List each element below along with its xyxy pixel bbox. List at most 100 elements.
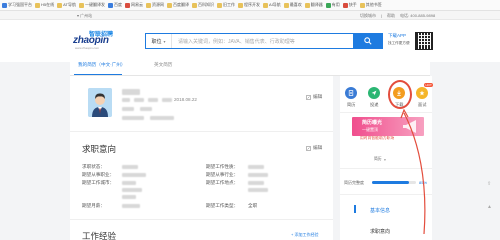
search-icon — [363, 37, 372, 45]
folder-icon — [237, 2, 243, 8]
field-label: 期望工作地点： — [206, 180, 239, 185]
value-redacted — [122, 204, 140, 208]
folder-icon — [262, 2, 268, 8]
bookmark-item[interactable]: 网易云 — [124, 2, 143, 8]
tool-label: 投递 — [370, 102, 379, 107]
bookmark-item[interactable]: 有用 — [325, 2, 340, 8]
info-redacted — [150, 116, 174, 120]
edit-job-intent-button[interactable]: 编辑 — [306, 145, 322, 151]
bookmark-label: 一键翻译发 — [84, 2, 105, 7]
page: 学习强国平台 H5在线 AT导航 一键翻译发 百度 网易云 资源网 百度翻译 百科知识 旧工作 程序… — [0, 0, 500, 240]
site-icon — [342, 2, 348, 8]
bookmark-item[interactable]: 一键翻译发 — [78, 2, 105, 8]
bookmark-item[interactable]: 最喜欢 — [283, 2, 302, 8]
edit-icon — [306, 145, 311, 151]
bookmark-item[interactable]: 旧工作 — [216, 2, 235, 8]
bookmark-item[interactable]: 快手 — [342, 2, 357, 8]
section-divider — [70, 131, 333, 132]
scroll-top-icon[interactable]: ▲ — [487, 204, 492, 210]
field-label: 期望从事职业： — [82, 172, 115, 177]
deliver-tool-button[interactable] — [368, 87, 380, 99]
feedback-icon[interactable]: ⇪ — [487, 181, 491, 187]
info-redacted — [140, 107, 152, 111]
search-bar: 职位 ▾ 请输入关键词，例如：JAVA、销售代表、行政助理等 — [145, 33, 383, 49]
star-icon — [419, 90, 425, 96]
bookmark-label: 百度翻译 — [172, 2, 189, 7]
bookmarks-bar: 学习强国平台 H5在线 AT导航 一键翻译发 百度 网易云 资源网 百度翻译 百科知识 旧工作 程序… — [0, 0, 500, 11]
edit-basic-info-button[interactable]: 编辑 — [306, 94, 322, 100]
logo-url: www.zhaopin.com — [75, 46, 100, 50]
promo-banner[interactable]: 简历曝光 一键置顶 — [352, 117, 424, 136]
nav-active-marker — [354, 205, 356, 213]
interview-tool-button[interactable] — [416, 87, 428, 99]
bookmark-item[interactable]: 其他书签 — [359, 2, 382, 8]
top-link[interactable]: 帮助 — [387, 13, 395, 19]
field-label: 求职状态： — [82, 164, 105, 169]
bookmark-label: 翻译器 — [310, 2, 323, 7]
app-download-subtitle: 找工作更方便 — [388, 41, 410, 45]
search-type-label: 职位 — [151, 38, 162, 45]
site-icon — [2, 2, 7, 8]
side-panel: 简历 投递 下载 面试 HOT 用时尚智能助力职场 简历 ▾ 简历完整度 85%… — [340, 76, 434, 240]
bookmark-item[interactable]: AI导航 — [262, 2, 281, 8]
tab-chinese-resume[interactable]: 我的简历（中文·广州） — [78, 62, 125, 68]
bookmark-item[interactable]: 翻译器 — [304, 2, 323, 8]
value-redacted — [122, 165, 138, 169]
field-label: 期望工作城市： — [82, 180, 115, 185]
folder-icon — [78, 2, 84, 8]
resume-tool-button[interactable] — [345, 87, 357, 99]
folder-icon — [35, 2, 40, 8]
info-redacted — [122, 107, 134, 111]
name-redacted — [122, 89, 140, 95]
hot-badge: HOT — [424, 83, 434, 87]
bookmark-label: 有用 — [331, 2, 340, 7]
bookmark-label: 资源网 — [151, 2, 164, 7]
field-label: 期望月薪： — [82, 203, 105, 208]
top-link[interactable]: 电话: 400-885-9898 — [400, 13, 435, 19]
tool-label: 简历 — [347, 102, 356, 107]
value-redacted — [122, 195, 136, 199]
add-work-experience-link[interactable]: + 添加工作经验 — [291, 232, 318, 238]
search-input[interactable]: 请输入关键词，例如：JAVA、销售代表、行政助理等 — [172, 34, 353, 48]
bookmark-item[interactable]: 程序开发 — [237, 2, 260, 8]
bookmark-item[interactable]: 百度翻译 — [166, 2, 189, 8]
app-download-title: 下载APP — [388, 33, 407, 38]
active-tab-underline — [74, 74, 122, 75]
resume-main: 2018.08.22 编辑 求职意向 编辑 求职状态： 期望从事职业： 期望工作… — [70, 76, 333, 240]
bookmark-item[interactable]: 资源网 — [145, 2, 164, 8]
tab-english-resume[interactable]: 英文简历 — [154, 62, 172, 68]
app-download[interactable]: 下载APP 找工作更方便 — [388, 33, 414, 49]
field-label: 期望从事行业： — [206, 172, 239, 177]
resume-dropdown[interactable]: 简历 — [374, 157, 382, 162]
side-divider — [340, 112, 432, 113]
bookmark-label: 程序开发 — [243, 2, 260, 7]
side-divider — [340, 194, 432, 195]
folder-icon — [191, 2, 197, 8]
search-button[interactable] — [353, 34, 382, 48]
bookmark-item[interactable]: 学习强国平台 — [2, 2, 32, 8]
side-divider — [340, 168, 432, 169]
resume-date: 2018.08.22 — [174, 97, 197, 102]
document-icon — [348, 90, 354, 96]
bookmark-item[interactable]: H5在线 — [35, 2, 54, 8]
nav-basic-info[interactable]: 基本信息 — [370, 207, 390, 214]
avatar[interactable] — [88, 88, 112, 117]
location-link[interactable]: ▾ 广州站 — [77, 13, 92, 19]
nav-job-intent[interactable]: 求职意向 — [370, 228, 390, 235]
info-redacted — [134, 98, 144, 102]
site-logo[interactable]: zhaopin 智联招聘 www.zhaopin.com — [73, 31, 131, 51]
field-label: 期望工作类型： — [206, 203, 239, 208]
bookmark-item[interactable]: 百度 — [107, 2, 122, 8]
job-type-value: 全职 — [248, 203, 258, 208]
banner-text: 简历曝光 一键置顶 — [362, 120, 382, 132]
section-title-job-intent: 求职意向 — [82, 144, 117, 154]
bookmark-item[interactable]: 百科知识 — [191, 2, 214, 8]
bookmark-label: 快手 — [348, 2, 357, 7]
top-link[interactable]: 切换城市 — [360, 13, 376, 19]
value-redacted — [248, 188, 268, 192]
banner-caption: 用时尚智能助力职场 — [360, 136, 395, 140]
bookmark-item[interactable]: AT导航 — [57, 2, 76, 8]
site-header: zhaopin 智联招聘 www.zhaopin.com 职位 ▾ 请输入关键词… — [0, 20, 500, 62]
value-redacted — [122, 188, 142, 192]
search-type-select[interactable]: 职位 ▾ — [146, 34, 172, 48]
